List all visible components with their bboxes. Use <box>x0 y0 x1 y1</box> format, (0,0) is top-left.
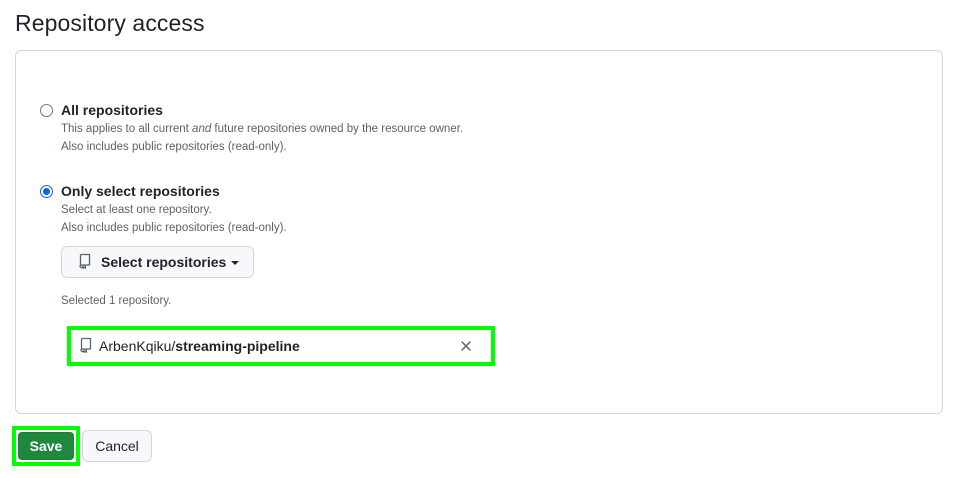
selected-count-text: Selected 1 repository. <box>61 295 172 307</box>
repo-name: streaming-pipeline <box>175 338 300 354</box>
repo-owner: ArbenKqiku/ <box>99 338 176 354</box>
all-repositories-label[interactable]: All repositories <box>61 102 163 118</box>
repository-access-panel: All repositories This applies to all cur… <box>15 50 943 414</box>
page-title: Repository access <box>15 10 205 36</box>
select-repositories-button[interactable]: Select repositories <box>61 246 254 278</box>
cancel-button[interactable]: Cancel <box>82 430 152 462</box>
select-repositories-label[interactable]: Only select repositories <box>61 183 220 199</box>
repo-icon <box>79 337 93 356</box>
selected-repo-item: ArbenKqiku/streaming-pipeline <box>67 326 495 366</box>
chevron-down-icon <box>231 261 240 265</box>
save-button[interactable]: Save <box>18 432 74 460</box>
select-repositories-description: Select at least one repository. <box>61 204 212 216</box>
all-repositories-description: This applies to all current and future r… <box>61 123 464 135</box>
all-repositories-note: Also includes public repositories (read-… <box>61 141 287 153</box>
repo-icon <box>78 253 92 272</box>
all-repositories-radio[interactable] <box>40 104 53 117</box>
select-repositories-radio[interactable] <box>40 185 53 198</box>
select-repositories-button-label: Select repositories <box>101 254 227 270</box>
repository-access-page: Repository access All repositories This … <box>0 0 965 478</box>
save-button-highlight: Save <box>12 426 80 466</box>
close-icon[interactable] <box>457 337 475 355</box>
select-repositories-note: Also includes public repositories (read-… <box>61 222 287 234</box>
